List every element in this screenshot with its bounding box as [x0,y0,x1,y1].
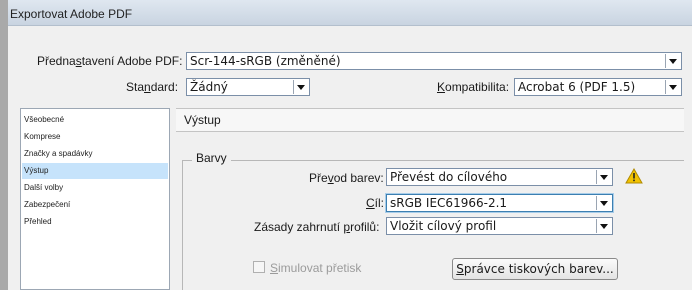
preset-value: Scr-144-sRGB (změněné) [190,54,341,68]
category-list: Všeobecné Komprese Značky a spadávky Výs… [20,108,170,290]
sidebar-item-vystup[interactable]: Výstup [22,163,168,179]
standard-label: Standard: [126,80,179,94]
conversion-label: Převod barev: [309,171,384,185]
compat-label: Kompatibilita: [437,80,510,94]
sidebar-item-vseobecne[interactable]: Všeobecné [22,112,168,128]
compat-value: Acrobat 6 (PDF 1.5) [518,80,636,94]
standard-select[interactable]: Žádný [186,78,310,96]
preset-label: Přednastavení Adobe PDF: [37,54,183,68]
target-select[interactable]: sRGB IEC61966-2.1 [386,194,613,212]
conversion-value: Převést do cílového [390,170,508,184]
dialog-title: Exportovat Adobe PDF [10,7,133,21]
target-value: sRGB IEC61966-2.1 [390,196,508,210]
preset-select[interactable]: Scr-144-sRGB (změněné) [186,52,682,70]
chevron-down-icon [295,81,307,93]
conversion-select[interactable]: Převést do cílového [386,168,613,186]
ink-manager-button[interactable]: Správce tiskových barev... [452,258,618,280]
background-edge [0,0,8,290]
target-label: Cíl: [366,196,385,210]
sidebar-item-zabezpeceni[interactable]: Zabezpečení [22,197,168,213]
profile-value: Vložit cílový profil [390,219,497,233]
compat-select[interactable]: Acrobat 6 (PDF 1.5) [514,78,682,96]
chevron-down-icon [598,171,610,183]
sidebar-item-komprese[interactable]: Komprese [22,129,168,145]
chevron-down-icon [667,81,679,93]
title-bar: Exportovat Adobe PDF [8,0,692,26]
chevron-down-icon [598,220,610,232]
panel-header: Výstup [176,108,684,132]
warning-icon [625,168,643,184]
profile-label: Zásady zahrnutí profilů: [254,220,380,234]
standard-value: Žádný [190,80,228,94]
simulate-overprint-label: Simulovat přetisk [270,261,362,275]
sidebar-item-znacky[interactable]: Značky a spadávky [22,146,168,162]
colors-group-title: Barvy [192,151,231,165]
profile-select[interactable]: Vložit cílový profil [386,217,613,235]
simulate-overprint-checkbox[interactable] [253,261,265,273]
chevron-down-icon [598,197,610,209]
sidebar-item-dalsi-volby[interactable]: Další volby [22,180,168,196]
panel-title: Výstup [184,113,221,127]
sidebar-item-prehled[interactable]: Přehled [22,214,168,230]
chevron-down-icon [667,55,679,67]
